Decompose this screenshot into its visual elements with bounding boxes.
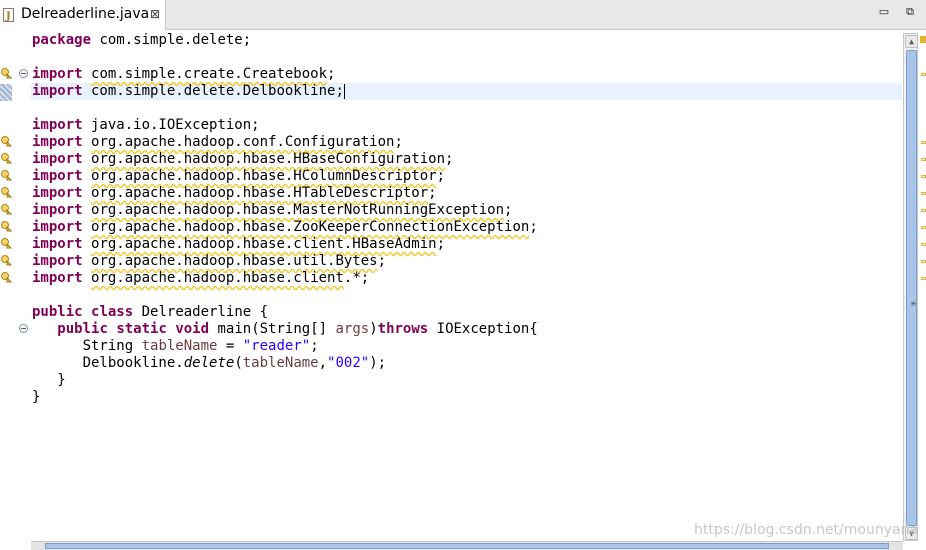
- svg-text:J: J: [5, 11, 11, 22]
- code-line-9: import org.apache.hadoop.hbase.HColumnDe…: [32, 168, 446, 184]
- code-editor[interactable]: package com.simple.delete; import com.si…: [31, 31, 902, 539]
- code-line-14: import org.apache.hadoop.hbase.util.Byte…: [32, 253, 387, 269]
- fold-imports-icon[interactable]: [19, 69, 28, 78]
- overview-warning-mark[interactable]: [921, 243, 926, 246]
- maximize-icon[interactable]: ⧉: [903, 6, 917, 18]
- minimize-icon[interactable]: ▭: [877, 6, 891, 18]
- overview-warning-mark[interactable]: [921, 73, 926, 76]
- watermark: https://blog.csdn.net/mounyana: [694, 522, 919, 538]
- code-line-20: Delbookline.delete(tableName,"002");: [82, 355, 387, 371]
- overview-warning-mark[interactable]: [921, 260, 926, 263]
- warning-lightbulb-icon[interactable]: [1, 187, 12, 198]
- code-line-12: import org.apache.hadoop.hbase.ZooKeeper…: [32, 219, 538, 235]
- tab-title: Delreaderline.java: [21, 6, 150, 22]
- code-line-1: package com.simple.delete;: [32, 32, 252, 48]
- code-line-10: import org.apache.hadoop.hbase.HTableDes…: [32, 185, 437, 201]
- code-line-6: import java.io.IOException;: [32, 117, 260, 133]
- code-line-19: String tableName = "reader";: [82, 338, 319, 354]
- warning-lightbulb-icon[interactable]: [1, 170, 12, 181]
- code-line-7: import org.apache.hadoop.conf.Configurat…: [32, 134, 403, 150]
- warning-lightbulb-icon[interactable]: [1, 238, 12, 249]
- overview-ruler[interactable]: [918, 31, 926, 541]
- overview-warning-mark[interactable]: [921, 209, 926, 212]
- editor-tab-bar: J Delreaderline.java ⊠ ▭ ⧉: [0, 0, 926, 30]
- overview-warning-mark[interactable]: [921, 175, 926, 178]
- scroll-up-icon[interactable]: ▲: [905, 35, 918, 48]
- overview-warning-mark[interactable]: [921, 158, 926, 161]
- warning-lightbulb-icon[interactable]: [1, 204, 12, 215]
- vertical-scrollbar[interactable]: ▲ ≡ ▼: [903, 33, 918, 541]
- editor-tab-delreaderline[interactable]: J Delreaderline.java ⊠: [0, 0, 166, 30]
- text-caret: [343, 83, 345, 99]
- code-line-18: public static void main(String[] args)th…: [57, 321, 538, 337]
- code-line-4: import com.simple.delete.Delbookline;: [32, 83, 345, 99]
- overview-warning-mark[interactable]: [921, 141, 926, 144]
- code-line-8: import org.apache.hadoop.hbase.HBaseConf…: [32, 151, 454, 167]
- fold-method-icon[interactable]: [19, 324, 28, 333]
- current-line-marker-icon: [0, 84, 12, 101]
- overview-warning-mark[interactable]: [921, 192, 926, 195]
- warning-lightbulb-icon[interactable]: [1, 272, 12, 283]
- vertical-scroll-thumb[interactable]: ≡: [906, 50, 917, 526]
- horizontal-scroll-thumb[interactable]: [45, 543, 889, 549]
- warning-lightbulb-icon[interactable]: [1, 136, 12, 147]
- warning-lightbulb-icon[interactable]: [1, 255, 12, 266]
- code-line-22: }: [32, 389, 41, 405]
- code-line-13: import org.apache.hadoop.hbase.client.HB…: [32, 236, 446, 252]
- overview-status-icon: [920, 36, 926, 43]
- code-line-15: import org.apache.hadoop.hbase.client.*;: [32, 270, 370, 286]
- overview-warning-mark[interactable]: [921, 277, 926, 280]
- code-line-3: import com.simple.create.Createbook;: [32, 66, 336, 82]
- horizontal-scrollbar[interactable]: [31, 541, 903, 550]
- warning-lightbulb-icon[interactable]: [1, 68, 12, 79]
- java-file-icon: J: [3, 8, 14, 22]
- code-line-17: public class Delreaderline {: [32, 304, 269, 320]
- code-line-21: }: [32, 372, 66, 388]
- close-tab-icon[interactable]: ⊠: [150, 7, 160, 21]
- warning-lightbulb-icon[interactable]: [1, 153, 12, 164]
- warning-lightbulb-icon[interactable]: [1, 221, 12, 232]
- scroll-grip-icon: ≡: [911, 299, 916, 308]
- code-line-11: import org.apache.hadoop.hbase.MasterNot…: [32, 202, 513, 218]
- editor-gutter[interactable]: [0, 31, 31, 541]
- overview-warning-mark[interactable]: [921, 226, 926, 229]
